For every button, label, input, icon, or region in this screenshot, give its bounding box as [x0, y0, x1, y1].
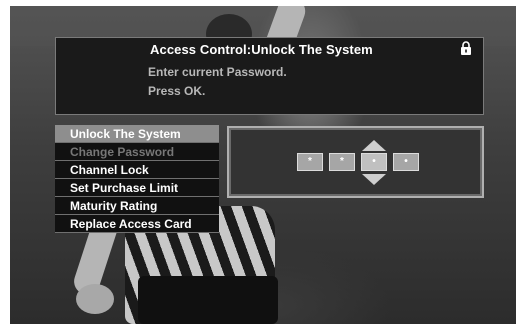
access-control-menu: Unlock The System Change Password Channe…	[55, 125, 219, 233]
pin-digit-2[interactable]: *	[329, 153, 355, 171]
pin-digit-1[interactable]: *	[297, 153, 323, 171]
up-arrow-icon[interactable]	[362, 140, 386, 151]
pin-entry-panel: * * • •	[227, 126, 484, 198]
instruction-press-ok: Press OK.	[148, 84, 206, 98]
title-panel: Access Control:Unlock The System Enter c…	[55, 37, 484, 115]
padlock-icon	[460, 41, 472, 55]
menu-item-replace-access-card[interactable]: Replace Access Card	[55, 215, 219, 233]
down-arrow-icon[interactable]	[362, 174, 386, 185]
menu-item-unlock-system[interactable]: Unlock The System	[55, 125, 219, 143]
pin-digit-4[interactable]: •	[393, 153, 419, 171]
background-figure-shorts	[138, 276, 278, 324]
menu-item-maturity-rating[interactable]: Maturity Rating	[55, 197, 219, 215]
menu-item-set-purchase-limit[interactable]: Set Purchase Limit	[55, 179, 219, 197]
background-figure-hand	[76, 284, 114, 314]
menu-item-change-password[interactable]: Change Password	[55, 143, 219, 161]
pin-digit-3[interactable]: •	[361, 153, 387, 171]
page-title: Access Control:Unlock The System	[150, 42, 373, 57]
instruction-password: Enter current Password.	[148, 65, 287, 79]
menu-item-channel-lock[interactable]: Channel Lock	[55, 161, 219, 179]
